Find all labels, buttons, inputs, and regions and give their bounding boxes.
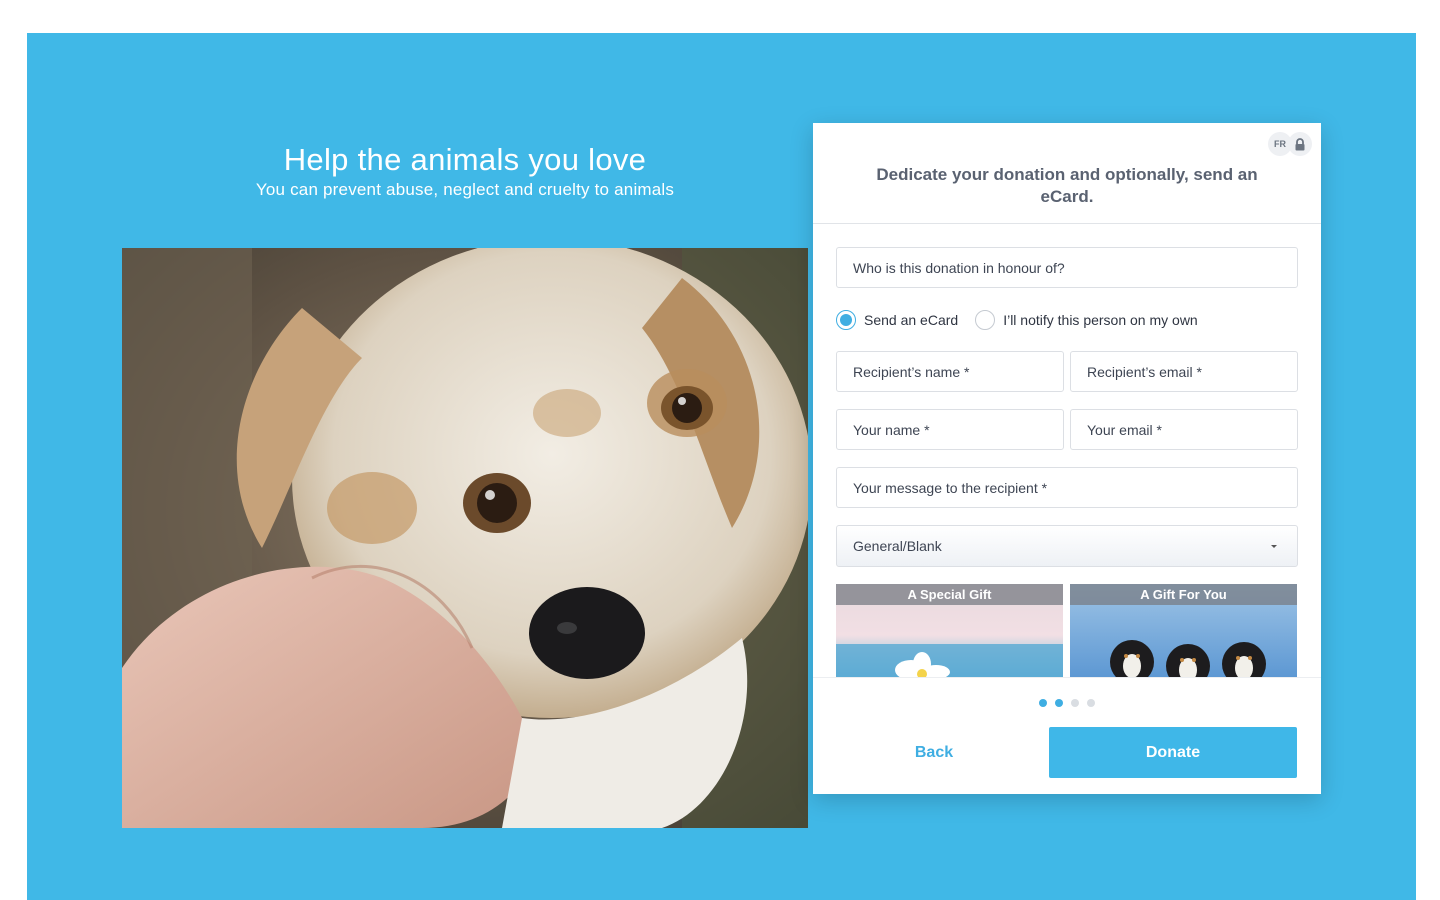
chevron-down-icon (1271, 545, 1277, 548)
send-ecard-label[interactable]: Send an eCard (864, 312, 958, 328)
recipient-name-field[interactable]: Recipient’s name * (836, 351, 1064, 392)
step-dot (1039, 699, 1047, 707)
step-dot (1055, 699, 1063, 707)
dog-photo (122, 248, 808, 828)
step-dot (1071, 699, 1079, 707)
lock-icon (1288, 132, 1312, 156)
header-divider (813, 223, 1321, 224)
step-indicator (1039, 699, 1095, 707)
ecard-option-special-gift[interactable]: A Special Gift (836, 584, 1063, 677)
ecard-title: A Special Gift (836, 584, 1063, 605)
hero-title: Help the animals you love (283, 142, 647, 177)
your-email-field[interactable]: Your email * (1070, 409, 1298, 450)
message-field[interactable]: Your message to the recipient * (836, 467, 1298, 508)
notify-own-radio[interactable] (975, 310, 996, 330)
dedication-form-card: FR Dedicate your donation and optionally… (813, 123, 1321, 794)
hero-subtitle: You can prevent abuse, neglect and cruel… (255, 180, 675, 199)
back-button[interactable]: Back (836, 727, 1032, 778)
donate-button[interactable]: Donate (1049, 727, 1297, 778)
recipient-email-field[interactable]: Recipient’s email * (1070, 351, 1298, 392)
ecard-option-gift-for-you[interactable]: A Gift For You (1070, 584, 1297, 677)
your-name-field[interactable]: Your name * (836, 409, 1064, 450)
ecard-category-value: General/Blank (853, 538, 942, 554)
notify-own-label[interactable]: I’ll notify this person on my own (1003, 312, 1198, 328)
ecard-title: A Gift For You (1070, 584, 1297, 605)
step-dot (1087, 699, 1095, 707)
form-heading: Dedicate your donation and optionally, s… (876, 165, 1258, 206)
ecard-option-group: Send an eCard I’ll notify this person on… (836, 309, 1198, 331)
ecard-category-select[interactable]: General/Blank (836, 525, 1298, 567)
footer-divider (813, 677, 1321, 678)
send-ecard-radio[interactable] (836, 310, 856, 330)
honouree-input[interactable]: Who is this donation in honour of? (836, 247, 1298, 288)
